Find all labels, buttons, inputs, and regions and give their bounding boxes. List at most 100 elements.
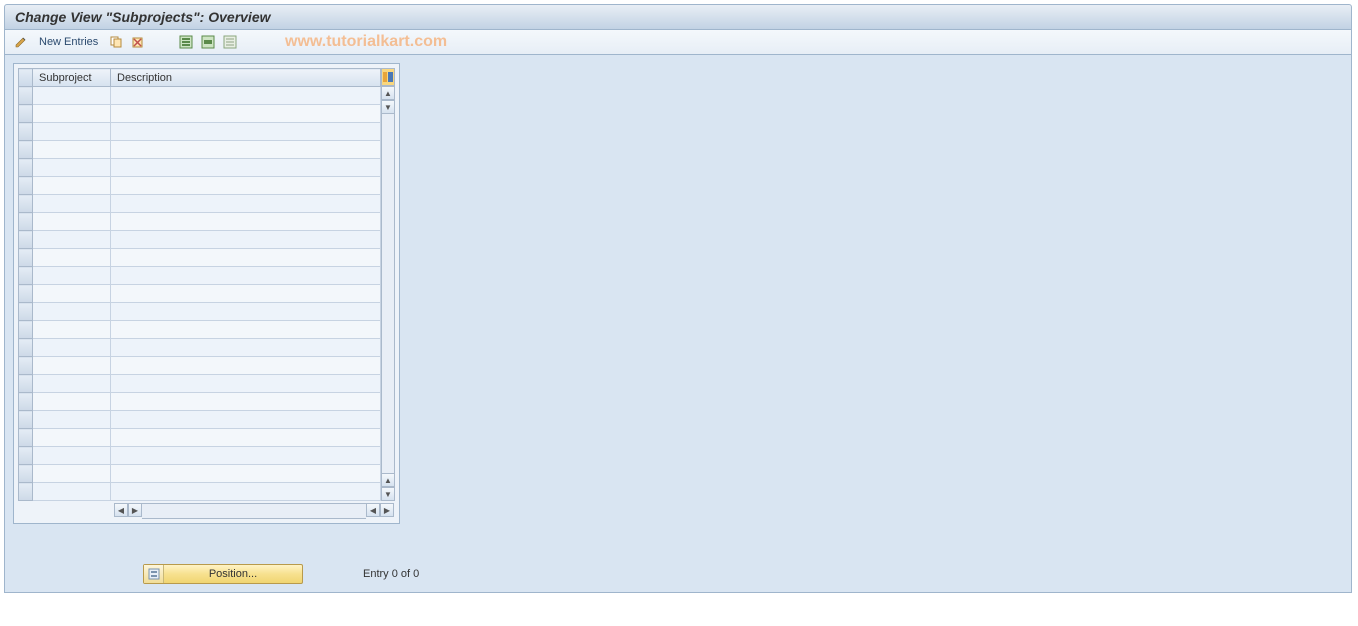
cell-description[interactable] bbox=[111, 249, 381, 267]
cell-subproject[interactable] bbox=[33, 87, 111, 105]
cell-subproject[interactable] bbox=[33, 393, 111, 411]
row-selector[interactable] bbox=[19, 393, 33, 411]
table-right-column: ▲ ▼ ▲ ▼ bbox=[381, 68, 395, 501]
row-selector[interactable] bbox=[19, 249, 33, 267]
cell-description[interactable] bbox=[111, 213, 381, 231]
cell-subproject[interactable] bbox=[33, 249, 111, 267]
cell-description[interactable] bbox=[111, 465, 381, 483]
cell-subproject[interactable] bbox=[33, 339, 111, 357]
cell-subproject[interactable] bbox=[33, 213, 111, 231]
table-container: Subproject Description ▲ ▼ ▲ bbox=[18, 68, 395, 501]
cell-description[interactable] bbox=[111, 195, 381, 213]
hscroll-track[interactable] bbox=[142, 503, 366, 519]
row-selector[interactable] bbox=[19, 339, 33, 357]
scroll-down-icon[interactable]: ▼ bbox=[381, 100, 395, 114]
row-selector[interactable] bbox=[19, 159, 33, 177]
cell-description[interactable] bbox=[111, 339, 381, 357]
cell-subproject[interactable] bbox=[33, 429, 111, 447]
edit-icon[interactable] bbox=[13, 34, 29, 50]
row-selector[interactable] bbox=[19, 177, 33, 195]
row-selector[interactable] bbox=[19, 195, 33, 213]
cell-description[interactable] bbox=[111, 429, 381, 447]
delete-icon[interactable] bbox=[130, 34, 146, 50]
cell-description[interactable] bbox=[111, 321, 381, 339]
table-settings-icon[interactable] bbox=[381, 68, 395, 86]
cell-subproject[interactable] bbox=[33, 159, 111, 177]
row-selector[interactable] bbox=[19, 141, 33, 159]
cell-description[interactable] bbox=[111, 303, 381, 321]
copy-icon[interactable] bbox=[108, 34, 124, 50]
row-selector[interactable] bbox=[19, 303, 33, 321]
scroll-track[interactable] bbox=[381, 114, 395, 473]
table-row bbox=[19, 303, 381, 321]
cell-description[interactable] bbox=[111, 375, 381, 393]
cell-subproject[interactable] bbox=[33, 285, 111, 303]
cell-subproject[interactable] bbox=[33, 303, 111, 321]
table-row bbox=[19, 231, 381, 249]
row-selector[interactable] bbox=[19, 447, 33, 465]
cell-subproject[interactable] bbox=[33, 105, 111, 123]
select-all-icon[interactable] bbox=[178, 34, 194, 50]
table-row bbox=[19, 213, 381, 231]
cell-subproject[interactable] bbox=[33, 357, 111, 375]
cell-description[interactable] bbox=[111, 447, 381, 465]
scroll-left-icon[interactable]: ◀ bbox=[114, 503, 128, 517]
cell-description[interactable] bbox=[111, 483, 381, 501]
cell-subproject[interactable] bbox=[33, 267, 111, 285]
scroll-right-end-icon[interactable]: ▶ bbox=[380, 503, 394, 517]
position-button[interactable]: Position... bbox=[143, 564, 303, 584]
row-selector[interactable] bbox=[19, 465, 33, 483]
cell-description[interactable] bbox=[111, 393, 381, 411]
row-selector[interactable] bbox=[19, 483, 33, 501]
cell-subproject[interactable] bbox=[33, 195, 111, 213]
cell-description[interactable] bbox=[111, 105, 381, 123]
column-header-description[interactable]: Description bbox=[111, 69, 381, 87]
page-title: Change View "Subprojects": Overview bbox=[15, 9, 271, 25]
cell-subproject[interactable] bbox=[33, 375, 111, 393]
row-selector[interactable] bbox=[19, 375, 33, 393]
cell-subproject[interactable] bbox=[33, 483, 111, 501]
cell-subproject[interactable] bbox=[33, 177, 111, 195]
scroll-up-bottom-icon[interactable]: ▲ bbox=[381, 473, 395, 487]
table-row bbox=[19, 285, 381, 303]
cell-subproject[interactable] bbox=[33, 411, 111, 429]
row-selector[interactable] bbox=[19, 213, 33, 231]
row-selector[interactable] bbox=[19, 321, 33, 339]
column-header-subproject[interactable]: Subproject bbox=[33, 69, 111, 87]
horizontal-scrollbar[interactable]: ◀ ▶ ◀ ▶ bbox=[114, 503, 394, 519]
scroll-down-bottom-icon[interactable]: ▼ bbox=[381, 487, 395, 501]
row-selector[interactable] bbox=[19, 87, 33, 105]
cell-description[interactable] bbox=[111, 123, 381, 141]
scroll-up-icon[interactable]: ▲ bbox=[381, 86, 395, 100]
cell-description[interactable] bbox=[111, 159, 381, 177]
cell-subproject[interactable] bbox=[33, 231, 111, 249]
cell-description[interactable] bbox=[111, 411, 381, 429]
row-selector[interactable] bbox=[19, 285, 33, 303]
scroll-right-icon[interactable]: ▶ bbox=[128, 503, 142, 517]
deselect-all-icon[interactable] bbox=[222, 34, 238, 50]
new-entries-button[interactable]: New Entries bbox=[35, 36, 102, 48]
select-block-icon[interactable] bbox=[200, 34, 216, 50]
row-selector[interactable] bbox=[19, 411, 33, 429]
row-selector[interactable] bbox=[19, 357, 33, 375]
cell-subproject[interactable] bbox=[33, 321, 111, 339]
cell-subproject[interactable] bbox=[33, 465, 111, 483]
cell-subproject[interactable] bbox=[33, 123, 111, 141]
cell-subproject[interactable] bbox=[33, 447, 111, 465]
row-selector[interactable] bbox=[19, 231, 33, 249]
cell-subproject[interactable] bbox=[33, 141, 111, 159]
row-selector-header[interactable] bbox=[19, 69, 33, 87]
cell-description[interactable] bbox=[111, 231, 381, 249]
cell-description[interactable] bbox=[111, 285, 381, 303]
vertical-scrollbar[interactable]: ▲ ▼ ▲ ▼ bbox=[381, 86, 395, 501]
row-selector[interactable] bbox=[19, 105, 33, 123]
cell-description[interactable] bbox=[111, 357, 381, 375]
cell-description[interactable] bbox=[111, 87, 381, 105]
cell-description[interactable] bbox=[111, 177, 381, 195]
scroll-left-end-icon[interactable]: ◀ bbox=[366, 503, 380, 517]
row-selector[interactable] bbox=[19, 429, 33, 447]
cell-description[interactable] bbox=[111, 141, 381, 159]
row-selector[interactable] bbox=[19, 267, 33, 285]
row-selector[interactable] bbox=[19, 123, 33, 141]
cell-description[interactable] bbox=[111, 267, 381, 285]
